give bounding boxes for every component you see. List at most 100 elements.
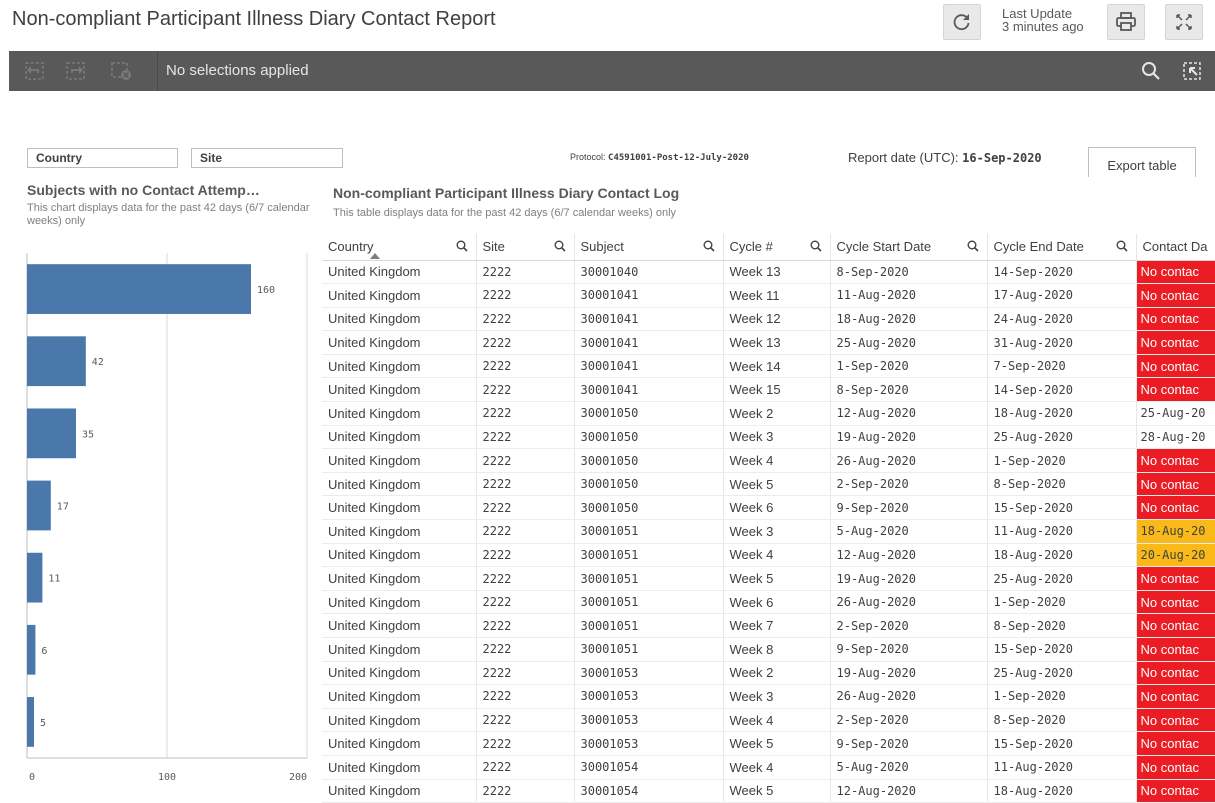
bar[interactable] — [27, 697, 34, 747]
table-cell: 2-Sep-2020 — [830, 472, 988, 497]
column-search-icon[interactable] — [1116, 240, 1128, 252]
contact-log-table[interactable]: Country Site Subject Cycle # Cycle Start Dat… — [322, 234, 1215, 803]
bar[interactable] — [27, 336, 86, 387]
column-search-icon[interactable] — [554, 240, 566, 252]
fullscreen-button[interactable] — [1165, 4, 1203, 40]
table-cell: United Kingdom — [322, 401, 477, 426]
bar[interactable] — [27, 264, 251, 314]
table-row[interactable]: United Kingdom 2222 30001041 Week 12 18-Aug-… — [322, 307, 1215, 332]
table-cell: 8-Sep-2020 — [987, 472, 1137, 497]
table-cell: No contac — [1136, 307, 1215, 332]
table-cell: 12-Aug-2020 — [830, 779, 988, 803]
table-row[interactable]: United Kingdom 2222 30001041 Week 13 25-Aug-… — [322, 330, 1215, 355]
table-row[interactable]: United Kingdom 2222 30001050 Week 6 9-Sep-20… — [322, 495, 1215, 521]
table-row[interactable]: United Kingdom 2222 30001051 Week 3 5-Aug-20… — [322, 519, 1215, 544]
table-cell: 30001051 — [574, 543, 724, 568]
bar-chart[interactable]: 160 42 35 17 11 6 5 0 100 200 — [0, 248, 322, 793]
column-search-button[interactable] — [703, 240, 715, 255]
table-row[interactable]: United Kingdom 2222 30001053 Week 4 2-Sep-20… — [322, 708, 1215, 733]
country-filter[interactable]: Country — [27, 148, 178, 168]
table-row[interactable]: United Kingdom 2222 30001051 Week 6 26-Aug-2… — [322, 590, 1215, 615]
column-header[interactable]: Subject — [574, 234, 724, 261]
table-row[interactable]: United Kingdom 2222 30001053 Week 3 26-Aug-2… — [322, 684, 1215, 709]
bar-value-label: 17 — [57, 502, 69, 513]
table-row[interactable]: United Kingdom 2222 30001050 Week 3 19-Aug-2… — [322, 425, 1215, 450]
table-cell: 8-Sep-2020 — [830, 377, 988, 403]
bar[interactable] — [27, 624, 36, 675]
table-row[interactable]: United Kingdom 2222 30001051 Week 8 9-Sep-20… — [322, 637, 1215, 662]
table-cell: No contac — [1136, 448, 1215, 473]
reload-button[interactable] — [943, 4, 981, 40]
table-row[interactable]: United Kingdom 2222 30001053 Week 2 19-Aug-2… — [322, 661, 1215, 686]
table-cell: 20-Aug-20 — [1136, 543, 1215, 568]
table-row[interactable]: United Kingdom 2222 30001051 Week 5 19-Aug-2… — [322, 566, 1215, 591]
table-cell: 2222 — [476, 543, 575, 568]
column-header[interactable]: Country — [322, 234, 477, 261]
table-row[interactable]: United Kingdom 2222 30001054 Week 5 12-Aug-2… — [322, 779, 1215, 803]
column-search-button[interactable] — [456, 240, 468, 255]
column-header[interactable]: Site — [476, 234, 575, 261]
table-cell: 1-Sep-2020 — [987, 448, 1137, 473]
table-row[interactable]: United Kingdom 2222 30001040 Week 13 8-Sep-2… — [322, 260, 1215, 285]
last-update-time: 3 minutes ago — [1002, 19, 1084, 34]
column-search-icon[interactable] — [703, 240, 715, 252]
print-icon — [1116, 12, 1136, 31]
table-row[interactable]: United Kingdom 2222 30001051 Week 4 12-Aug-2… — [322, 543, 1215, 568]
table-row[interactable]: United Kingdom 2222 30001050 Week 5 2-Sep-20… — [322, 472, 1215, 497]
table-row[interactable]: United Kingdom 2222 30001050 Week 2 12-Aug-2… — [322, 401, 1215, 426]
table-cell: 9-Sep-2020 — [830, 731, 988, 756]
column-search-button[interactable] — [1116, 240, 1128, 255]
table-cell: United Kingdom — [322, 283, 477, 308]
column-search-icon[interactable] — [810, 240, 822, 252]
table-cell: Week 2 — [723, 661, 831, 686]
table-cell: 8-Sep-2020 — [987, 708, 1137, 733]
column-header[interactable]: Cycle End Date — [987, 234, 1137, 261]
column-search-button[interactable] — [967, 240, 979, 255]
table-cell: United Kingdom — [322, 731, 477, 756]
table-row[interactable]: United Kingdom 2222 30001041 Week 11 11-Aug-… — [322, 283, 1215, 308]
clear-all-icon — [111, 62, 131, 80]
step-back-button[interactable] — [23, 61, 45, 81]
table-row[interactable]: United Kingdom 2222 30001053 Week 5 9-Sep-20… — [322, 731, 1215, 756]
table-cell: 2222 — [476, 495, 575, 521]
table-row[interactable]: United Kingdom 2222 30001041 Week 15 8-Sep-2… — [322, 377, 1215, 403]
table-cell: Week 3 — [723, 425, 831, 450]
bar-value-label: 6 — [41, 646, 47, 657]
smart-search-button[interactable] — [1181, 61, 1203, 81]
table-cell: 2222 — [476, 283, 575, 308]
column-header[interactable]: Cycle # — [723, 234, 831, 261]
table-cell: 2222 — [476, 637, 575, 662]
table-cell: 30001051 — [574, 613, 724, 638]
step-forward-button[interactable] — [65, 61, 87, 81]
clear-all-button[interactable] — [110, 61, 132, 81]
table-cell: United Kingdom — [322, 472, 477, 497]
search-button[interactable] — [1140, 61, 1162, 81]
column-search-button[interactable] — [554, 240, 566, 255]
column-search-icon[interactable] — [967, 240, 979, 252]
table-cell: Week 6 — [723, 590, 831, 615]
table-cell: 18-Aug-2020 — [987, 779, 1137, 803]
column-search-button[interactable] — [810, 240, 822, 255]
print-button[interactable] — [1107, 4, 1145, 40]
column-search-icon[interactable] — [456, 240, 468, 252]
column-header[interactable]: Cycle Start Date — [830, 234, 988, 261]
export-table-button[interactable]: Export table — [1088, 147, 1196, 177]
bar[interactable] — [27, 480, 51, 531]
site-filter[interactable]: Site — [191, 148, 343, 168]
table-cell: 17-Aug-2020 — [987, 283, 1137, 308]
table-cell: 2222 — [476, 519, 575, 544]
table-row[interactable]: United Kingdom 2222 30001051 Week 7 2-Sep-20… — [322, 613, 1215, 638]
table-cell: No contac — [1136, 613, 1215, 638]
bar[interactable] — [27, 408, 76, 459]
table-row[interactable]: United Kingdom 2222 30001041 Week 14 1-Sep-2… — [322, 354, 1215, 379]
bar[interactable] — [27, 552, 43, 603]
table-cell: Week 5 — [723, 779, 831, 803]
column-header[interactable]: Contact Da — [1136, 234, 1215, 261]
table-row[interactable]: United Kingdom 2222 30001054 Week 4 5-Aug-20… — [322, 755, 1215, 780]
table-cell: United Kingdom — [322, 755, 477, 780]
country-filter-label: Country — [36, 151, 82, 165]
table-cell: 8-Sep-2020 — [987, 613, 1137, 638]
table-cell: 2222 — [476, 708, 575, 733]
table-cell: 2222 — [476, 755, 575, 780]
table-row[interactable]: United Kingdom 2222 30001050 Week 4 26-Aug-2… — [322, 448, 1215, 473]
